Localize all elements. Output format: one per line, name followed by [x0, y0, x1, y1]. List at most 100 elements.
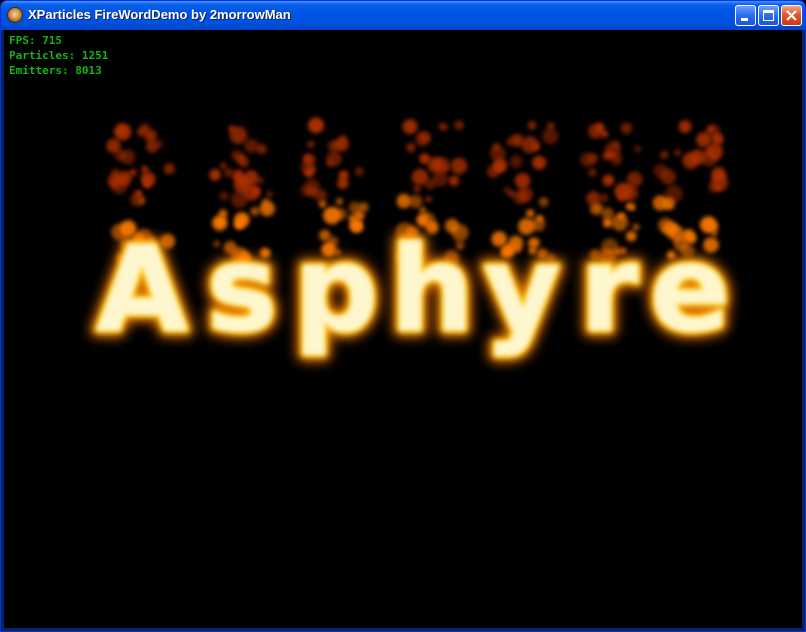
ember-particle [448, 175, 460, 187]
ember-particle [144, 131, 155, 143]
fire-letter: h [390, 220, 474, 358]
fire-letter: r [580, 220, 638, 358]
ember-particle [660, 169, 676, 185]
ember-particle [678, 120, 692, 134]
close-icon [786, 10, 797, 21]
ember-particle [690, 149, 706, 165]
ember-particle [256, 177, 264, 185]
ember-particle [599, 193, 609, 203]
ember-particle [580, 152, 595, 167]
ember-particle [588, 168, 597, 177]
ember-particle [251, 187, 261, 196]
ember-particle [244, 138, 259, 153]
ember-particle [493, 158, 508, 173]
ember-particle [425, 196, 432, 203]
ember-particle [259, 200, 275, 217]
ember-particle [705, 143, 724, 161]
ember-particle [143, 181, 151, 189]
ember-particle [309, 165, 317, 173]
ember-particle [250, 206, 260, 216]
ember-particle [209, 169, 221, 181]
ember-particle [602, 174, 615, 187]
ember-particle [231, 191, 248, 209]
ember-particle [413, 185, 421, 193]
ember-particle [601, 130, 609, 138]
ember-particle [163, 163, 175, 175]
ember-particle [155, 139, 164, 148]
window-title: XParticles FireWordDemo by 2morrowMan [28, 7, 291, 22]
ember-particle [454, 120, 464, 131]
ember-particle [633, 145, 642, 153]
ember-particle [527, 121, 537, 130]
ember-particle [239, 157, 250, 168]
ember-particle [427, 157, 444, 173]
ember-particle [308, 117, 324, 134]
ember-particle [538, 197, 549, 207]
ember-particle [586, 191, 601, 206]
ember-particle [130, 192, 145, 207]
ember-particle [415, 132, 430, 147]
ember-particle [118, 126, 126, 134]
ember-particle [120, 149, 136, 165]
ember-particle [517, 187, 533, 203]
ember-particle [665, 202, 673, 210]
minimize-icon [741, 18, 748, 21]
ember-particle [715, 184, 723, 191]
ember-particle [628, 203, 636, 211]
ember-particle [303, 153, 316, 166]
fire-letter: A [96, 220, 187, 358]
particles-readout: Particles: 1251 [9, 49, 109, 62]
fire-letters-core: Asphyre [96, 220, 731, 359]
app-window: XParticles FireWordDemo by 2morrowMan A … [0, 0, 806, 632]
ember-particle [402, 119, 418, 135]
render-viewport[interactable]: Asphyre Asphyre Asphyre FPS: 715 Particl… [4, 30, 802, 628]
ember-particle [335, 197, 344, 206]
title-bar[interactable]: XParticles FireWordDemo by 2morrowMan [1, 1, 805, 30]
ember-particle [440, 123, 449, 131]
ember-particle [707, 126, 715, 133]
ember-particle [326, 160, 333, 167]
minimize-button[interactable] [735, 5, 756, 26]
fire-letter: s [207, 220, 277, 358]
ember-particle [337, 177, 349, 190]
ember-particle [532, 155, 547, 170]
ember-particle [450, 157, 468, 175]
ember-particle [256, 144, 267, 155]
ember-particle [106, 138, 121, 154]
ember-particle [233, 176, 251, 194]
ember-particle [614, 182, 632, 201]
ember-particle [602, 151, 611, 161]
maximize-button[interactable] [758, 5, 779, 26]
fire-letter: y [484, 220, 561, 358]
emitters-readout: Emitters: 8013 [9, 64, 102, 77]
fire-letter: e [650, 220, 730, 358]
fps-readout: FPS: 715 [9, 34, 62, 47]
fire-word-canvas: Asphyre Asphyre Asphyre [89, 117, 737, 365]
close-button[interactable] [781, 5, 802, 26]
ember-particle [419, 206, 427, 214]
ember-particle [419, 154, 429, 164]
ember-particle [613, 141, 620, 148]
ember-particle [354, 167, 364, 176]
ember-particle [674, 149, 681, 156]
ember-particle [228, 125, 236, 133]
ember-particle [231, 149, 242, 161]
ember-particle [304, 178, 320, 194]
ember-particle [396, 193, 411, 209]
ember-particle [219, 191, 229, 202]
ember-particle [220, 162, 227, 170]
ember-particle [526, 209, 535, 218]
app-icon[interactable] [7, 7, 23, 23]
stats-overlay: FPS: 715 Particles: 1251 Emitters: 8013 [9, 33, 108, 78]
ember-particle [660, 151, 669, 159]
ember-particle [334, 137, 349, 152]
ember-particle [601, 207, 614, 220]
ember-particle [595, 122, 605, 133]
ember-particle [307, 140, 315, 149]
ember-particle [509, 155, 523, 169]
maximize-icon [763, 10, 774, 21]
ember-particle [510, 134, 524, 147]
ember-particle [424, 179, 436, 190]
fire-letter: p [294, 220, 378, 358]
ember-particle [514, 173, 531, 189]
